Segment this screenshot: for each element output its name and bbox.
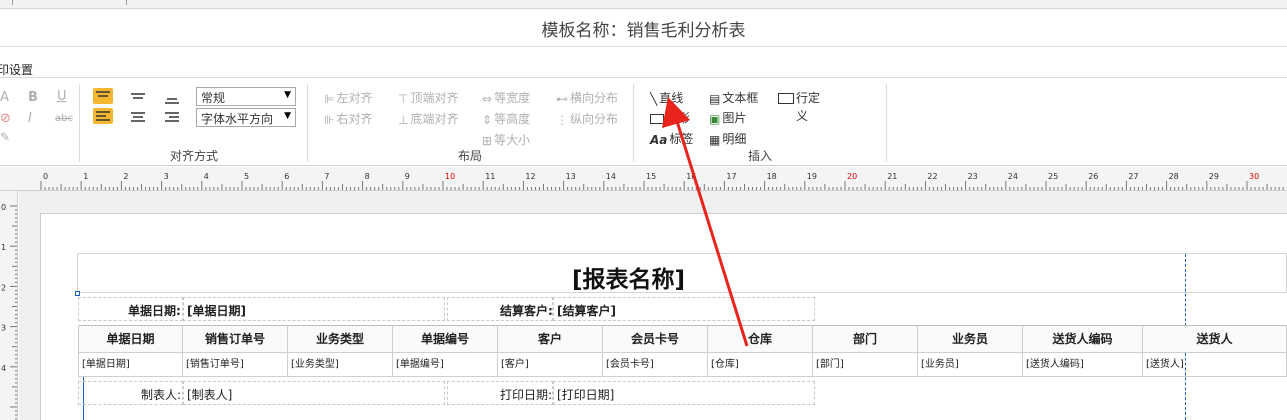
- annotation-arrow: [662, 97, 749, 347]
